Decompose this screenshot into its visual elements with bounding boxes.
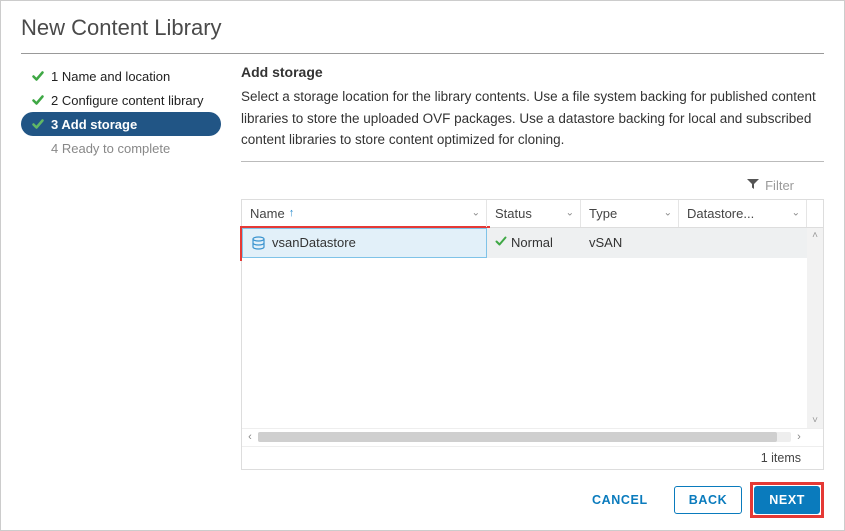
step-label: 4 Ready to complete — [51, 141, 170, 156]
status-check-icon — [495, 235, 507, 250]
cell-name-text: vsanDatastore — [272, 235, 356, 250]
row-count: 1 items — [761, 451, 801, 465]
wizard-dialog: New Content Library 1 Name and location … — [0, 0, 845, 531]
scroll-track[interactable] — [258, 432, 791, 442]
cell-name: vsanDatastore — [242, 228, 487, 258]
column-scroll-gutter — [807, 200, 823, 227]
step-add-storage[interactable]: 3 Add storage — [21, 112, 221, 136]
window-title: New Content Library — [1, 1, 844, 53]
column-header-datastore[interactable]: Datastore... ⌄ — [679, 200, 807, 227]
check-icon — [31, 117, 45, 131]
column-label: Status — [495, 206, 532, 221]
filter-icon[interactable] — [747, 178, 759, 193]
scroll-thumb[interactable] — [258, 432, 777, 442]
vscroll-up[interactable]: ˄ — [807, 228, 823, 258]
section-description: Select a storage location for the librar… — [241, 86, 824, 151]
scroll-right-icon[interactable]: › — [791, 431, 807, 443]
step-label: 1 Name and location — [51, 69, 170, 84]
table-header: Name ↑ ⌄ Status ⌄ Type ⌄ Datastore... — [242, 200, 823, 228]
column-label: Type — [589, 206, 617, 221]
chevron-down-icon[interactable]: ⌄ — [792, 208, 800, 219]
column-header-type[interactable]: Type ⌄ — [581, 200, 679, 227]
check-icon — [31, 69, 45, 83]
wizard-footer: CANCEL BACK NEXT — [1, 476, 844, 530]
section-divider — [241, 161, 824, 162]
cell-status-text: Normal — [511, 235, 553, 250]
scroll-down-icon: ˅ — [812, 415, 818, 426]
cell-type: vSAN — [581, 228, 679, 258]
cancel-button[interactable]: CANCEL — [578, 486, 662, 514]
back-button[interactable]: BACK — [674, 486, 743, 514]
step-name-and-location[interactable]: 1 Name and location — [21, 64, 221, 88]
check-icon — [31, 93, 45, 107]
table-body: vsanDatastore Normal vSAN — [242, 228, 823, 428]
cell-status: Normal — [487, 228, 581, 258]
table-footer: 1 items — [242, 446, 823, 469]
datastore-icon — [251, 236, 266, 250]
chevron-down-icon[interactable]: ⌄ — [472, 208, 480, 219]
vscroll-down[interactable]: ˅ — [807, 258, 823, 428]
sort-asc-icon: ↑ — [289, 207, 295, 219]
step-configure-content-library[interactable]: 2 Configure content library — [21, 88, 221, 112]
chevron-down-icon[interactable]: ⌄ — [566, 208, 574, 219]
cell-datastore — [679, 228, 807, 258]
column-header-status[interactable]: Status ⌄ — [487, 200, 581, 227]
column-label: Name — [250, 206, 285, 221]
filter-row: Filter — [241, 172, 824, 199]
step-label: 3 Add storage — [51, 117, 137, 132]
filter-input[interactable]: Filter — [765, 178, 794, 193]
column-header-name[interactable]: Name ↑ ⌄ — [242, 200, 487, 227]
scroll-left-icon[interactable]: ‹ — [242, 431, 258, 443]
table-row[interactable]: vsanDatastore Normal vSAN — [242, 228, 823, 258]
horizontal-scrollbar[interactable]: ‹ › — [242, 428, 823, 446]
step-spacer-icon — [31, 141, 45, 155]
step-label: 2 Configure content library — [51, 93, 203, 108]
cell-type-text: vSAN — [589, 235, 622, 250]
next-button[interactable]: NEXT — [754, 486, 820, 514]
datastore-table: Name ↑ ⌄ Status ⌄ Type ⌄ Datastore... — [241, 199, 824, 470]
wizard-body: 1 Name and location 2 Configure content … — [1, 54, 844, 470]
chevron-down-icon[interactable]: ⌄ — [664, 208, 672, 219]
step-ready-to-complete[interactable]: 4 Ready to complete — [21, 136, 221, 160]
scroll-up-icon: ˄ — [812, 230, 818, 241]
column-label: Datastore... — [687, 206, 754, 221]
wizard-main: Add storage Select a storage location fo… — [221, 64, 824, 470]
section-heading: Add storage — [241, 64, 824, 80]
wizard-steps: 1 Name and location 2 Configure content … — [21, 64, 221, 470]
